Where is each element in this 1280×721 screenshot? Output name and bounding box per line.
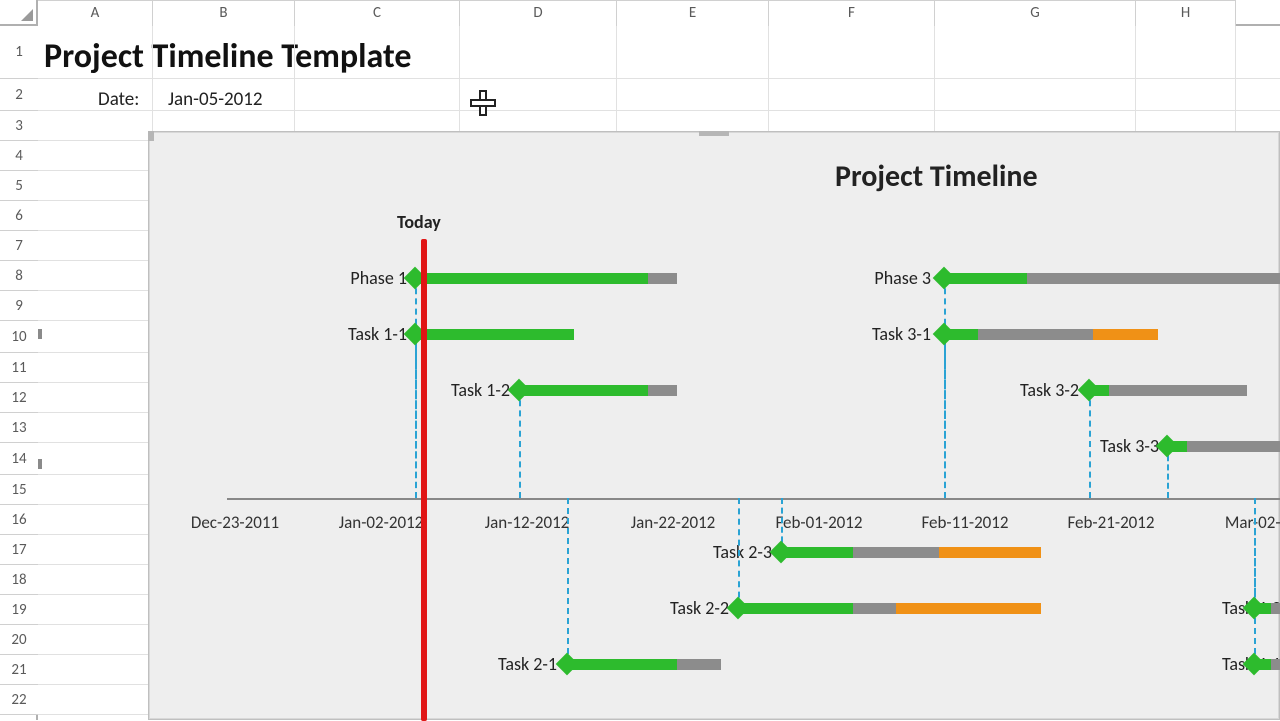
milestone-diamond-icon bbox=[1156, 435, 1179, 458]
row-header-9[interactable]: 9 bbox=[0, 291, 38, 321]
progress-bar[interactable] bbox=[415, 273, 648, 284]
row-header-14[interactable]: 14 bbox=[0, 443, 38, 475]
progress-bar[interactable] bbox=[519, 385, 648, 396]
row-headers: 12345678910111213141516171819202122 bbox=[0, 26, 38, 720]
task-label: Phase 3 bbox=[874, 267, 931, 289]
task-label: Task 3-3 bbox=[1100, 435, 1159, 457]
row-header-12[interactable]: 12 bbox=[0, 383, 38, 413]
overrun-bar[interactable] bbox=[939, 547, 1041, 558]
progress-bar[interactable] bbox=[738, 603, 853, 614]
progress-bar[interactable] bbox=[567, 659, 677, 670]
split-bar-indicator[interactable] bbox=[38, 329, 42, 339]
col-header-G[interactable]: G bbox=[935, 0, 1136, 26]
date-label: Date: bbox=[98, 88, 139, 111]
row-header-20[interactable]: 20 bbox=[0, 625, 38, 655]
col-header-E[interactable]: E bbox=[617, 0, 769, 26]
project-timeline-chart[interactable]: Project Timeline Today Dec-23-2011 Jan-02… bbox=[148, 131, 1280, 720]
task-label: Task 1-1 bbox=[348, 323, 407, 345]
cell-cursor-icon bbox=[472, 92, 494, 114]
row-header-22[interactable]: 22 bbox=[0, 685, 38, 715]
axis-tick-label: Feb-11-2012 bbox=[921, 512, 1008, 533]
col-header-B[interactable]: B bbox=[153, 0, 295, 26]
col-header-D[interactable]: D bbox=[460, 0, 617, 26]
overrun-bar[interactable] bbox=[1093, 329, 1158, 340]
axis-tick-label: Feb-01-2012 bbox=[775, 512, 862, 533]
task-label: Task 2-2 bbox=[670, 597, 729, 619]
overrun-bar[interactable] bbox=[896, 603, 1041, 614]
row-header-10[interactable]: 10 bbox=[0, 321, 38, 353]
drop-line bbox=[567, 498, 569, 664]
drop-line bbox=[1254, 498, 1256, 664]
axis-tick-label: Feb-21-2012 bbox=[1067, 512, 1154, 533]
plan-bar[interactable] bbox=[1089, 385, 1247, 396]
today-line-marker bbox=[421, 239, 427, 721]
time-axis bbox=[227, 498, 1280, 500]
row-header-4[interactable]: 4 bbox=[0, 141, 38, 171]
row-header-16[interactable]: 16 bbox=[0, 505, 38, 535]
split-bar-indicator[interactable] bbox=[38, 459, 42, 469]
milestone-diamond-icon bbox=[933, 323, 956, 346]
row-header-15[interactable]: 15 bbox=[0, 475, 38, 505]
row-header-7[interactable]: 7 bbox=[0, 231, 38, 261]
task-label: Task 2-3 bbox=[713, 541, 772, 563]
chart-resize-handle[interactable] bbox=[148, 131, 154, 141]
row-header-1[interactable]: 1 bbox=[0, 26, 38, 79]
today-label: Today bbox=[397, 211, 441, 233]
select-all-corner[interactable] bbox=[0, 0, 38, 26]
page-title: Project Timeline Template bbox=[44, 36, 411, 77]
spreadsheet: ABCDEFGH 1234567891011121314151617181920… bbox=[0, 0, 1280, 720]
row-header-18[interactable]: 18 bbox=[0, 565, 38, 595]
milestone-diamond-icon bbox=[508, 379, 531, 402]
milestone-diamond-icon bbox=[933, 267, 956, 290]
gridline bbox=[38, 110, 1280, 111]
progress-bar[interactable] bbox=[944, 273, 1027, 284]
task-label: Phase 1 bbox=[350, 267, 407, 289]
axis-tick-label: Jan-22-2012 bbox=[631, 512, 716, 533]
row-header-21[interactable]: 21 bbox=[0, 655, 38, 685]
drop-line bbox=[738, 498, 740, 608]
row-header-11[interactable]: 11 bbox=[0, 353, 38, 383]
row-header-6[interactable]: 6 bbox=[0, 201, 38, 231]
chart-resize-handle[interactable] bbox=[699, 131, 729, 136]
axis-tick-label: Jan-02-2012 bbox=[339, 512, 424, 533]
task-label: Task 3-2 bbox=[1020, 379, 1079, 401]
milestone-diamond-icon bbox=[770, 541, 793, 564]
row-header-3[interactable]: 3 bbox=[0, 111, 38, 141]
chart-title: Project Timeline bbox=[835, 158, 1038, 195]
axis-tick-label: Dec-23-2011 bbox=[191, 512, 279, 533]
axis-tick-label: Jan-12-2012 bbox=[485, 512, 570, 533]
milestone-diamond-icon bbox=[556, 653, 579, 676]
row-header-2[interactable]: 2 bbox=[0, 79, 38, 111]
col-header-C[interactable]: C bbox=[295, 0, 460, 26]
gridline bbox=[38, 78, 1280, 79]
drop-line bbox=[1089, 390, 1091, 498]
date-value[interactable]: Jan-05-2012 bbox=[168, 88, 263, 111]
col-header-H[interactable]: H bbox=[1136, 0, 1236, 26]
drop-line bbox=[519, 390, 521, 498]
task-label: Task 2-1 bbox=[498, 653, 557, 675]
progress-bar[interactable] bbox=[415, 329, 574, 340]
milestone-diamond-icon bbox=[727, 597, 750, 620]
task-label: Task 3-1 bbox=[872, 323, 931, 345]
column-headers: ABCDEFGH bbox=[38, 0, 1280, 26]
col-header-F[interactable]: F bbox=[769, 0, 935, 26]
row-header-13[interactable]: 13 bbox=[0, 413, 38, 443]
axis-tick-label: Mar-02-2 bbox=[1225, 512, 1280, 533]
drop-line bbox=[415, 334, 417, 498]
col-header-A[interactable]: A bbox=[38, 0, 153, 26]
row-header-8[interactable]: 8 bbox=[0, 261, 38, 291]
row-header-5[interactable]: 5 bbox=[0, 171, 38, 201]
cells-area[interactable]: Project Timeline Template Date: Jan-05-2… bbox=[38, 26, 1280, 720]
drop-line bbox=[944, 334, 946, 498]
row-header-17[interactable]: 17 bbox=[0, 535, 38, 565]
row-header-19[interactable]: 19 bbox=[0, 595, 38, 625]
task-label: Task 1-2 bbox=[451, 379, 510, 401]
milestone-diamond-icon bbox=[1078, 379, 1101, 402]
